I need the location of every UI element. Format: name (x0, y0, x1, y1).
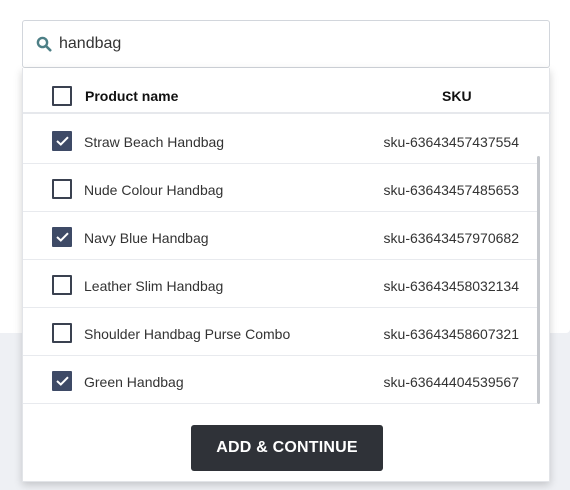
product-name: Shoulder Handbag Purse Combo (84, 326, 291, 342)
search-icon (36, 36, 52, 52)
table-row[interactable]: Navy Blue Handbag sku-63643457970682 (23, 212, 537, 260)
row-checkbox[interactable] (52, 227, 72, 247)
select-all-checkbox[interactable] (52, 86, 72, 106)
column-header-sku[interactable]: SKU (442, 88, 472, 104)
product-sku: sku-63644404539567 (383, 374, 519, 390)
product-sku: sku-63643457437554 (383, 134, 519, 150)
table-row[interactable]: Nude Colour Handbag sku-63643457485653 (23, 164, 537, 212)
product-sku: sku-63643457970682 (383, 230, 519, 246)
table-row[interactable]: Straw Beach Handbag sku-63643457437554 (23, 116, 537, 164)
table-row[interactable]: Shoulder Handbag Purse Combo sku-6364345… (23, 308, 537, 356)
product-name: Straw Beach Handbag (84, 134, 225, 150)
row-checkbox[interactable] (52, 179, 72, 199)
table-row[interactable]: Green Handbag sku-63644404539567 (23, 356, 537, 404)
product-name: Green Handbag (84, 374, 184, 390)
checkmark-icon (56, 232, 69, 242)
product-sku: sku-63643457485653 (383, 182, 519, 198)
table-header: Product name SKU (23, 68, 551, 114)
product-dropdown: Product name SKU Straw Beach Handbag sku… (22, 68, 551, 482)
search-box[interactable] (22, 20, 550, 68)
checkmark-icon (56, 376, 69, 386)
product-name: Nude Colour Handbag (84, 182, 224, 198)
product-sku: sku-63643458032134 (383, 278, 519, 294)
scrollbar[interactable] (537, 116, 541, 406)
row-checkbox[interactable] (52, 275, 72, 295)
product-name: Leather Slim Handbag (84, 278, 224, 294)
product-list: Straw Beach Handbag sku-63643457437554 N… (23, 116, 537, 404)
product-name: Navy Blue Handbag (84, 230, 209, 246)
scrollbar-thumb[interactable] (537, 156, 540, 404)
row-checkbox[interactable] (52, 371, 72, 391)
product-sku: sku-63643458607321 (383, 326, 519, 342)
column-header-product-name[interactable]: Product name (85, 88, 178, 104)
search-input[interactable] (59, 21, 539, 67)
row-checkbox[interactable] (52, 131, 72, 151)
add-and-continue-button[interactable]: ADD & CONTINUE (191, 425, 383, 471)
checkmark-icon (56, 136, 69, 146)
table-row[interactable]: Leather Slim Handbag sku-63643458032134 (23, 260, 537, 308)
row-checkbox[interactable] (52, 323, 72, 343)
